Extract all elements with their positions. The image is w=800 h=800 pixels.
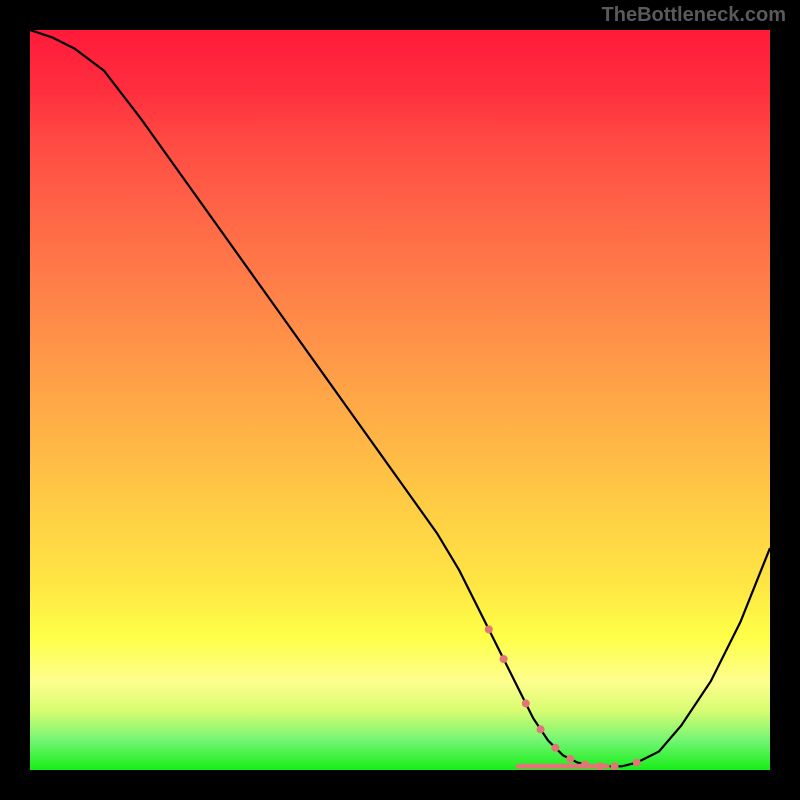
flat-region-marker (566, 755, 574, 763)
flat-region-marker (596, 762, 604, 770)
flat-region-marker (551, 744, 559, 752)
flat-region-marker (633, 759, 641, 767)
watermark-label: TheBottleneck.com (602, 4, 786, 27)
flat-region-marker (537, 725, 545, 733)
chart-overlay (30, 30, 770, 770)
flat-region-marker (611, 762, 619, 770)
bottleneck-curve (30, 30, 770, 766)
chart-plot-area (30, 30, 770, 770)
flat-region-marker (500, 655, 508, 663)
flat-region-marker (522, 699, 530, 707)
flat-region-marker (581, 760, 589, 768)
flat-region-markers (485, 625, 641, 770)
chart-line-series (30, 30, 770, 766)
flat-region-marker (485, 625, 493, 633)
